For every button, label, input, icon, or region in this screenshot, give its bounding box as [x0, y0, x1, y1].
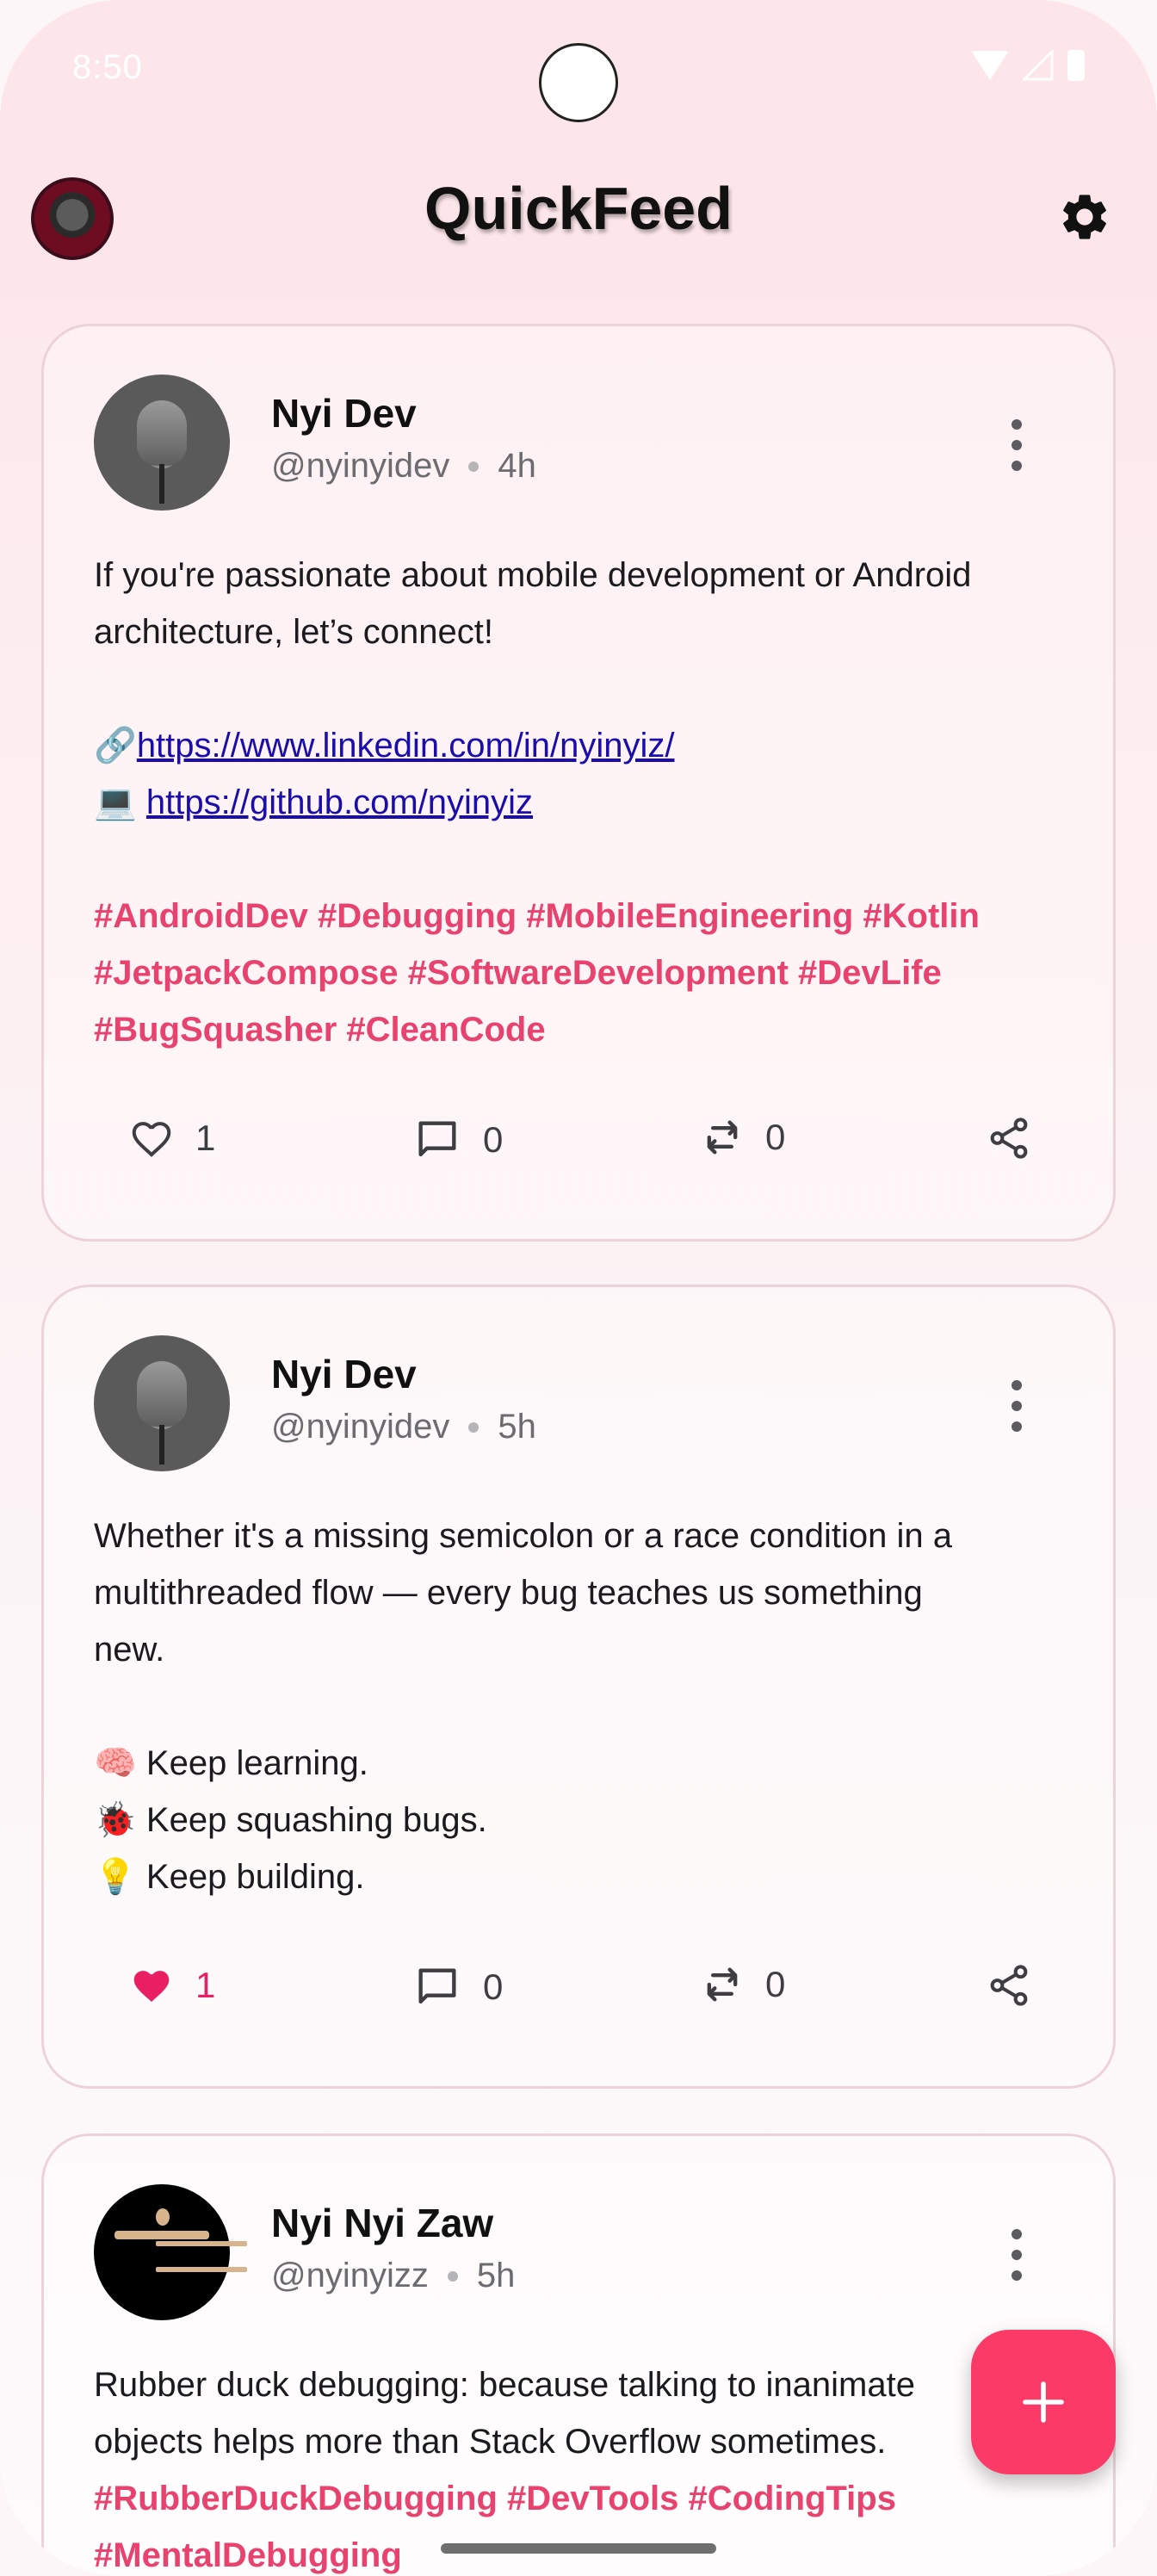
post-time: 5h — [476, 2257, 516, 2294]
linkedin-link[interactable]: https://www.linkedin.com/in/nyinyiz/ — [137, 727, 675, 765]
share-icon — [990, 1118, 1028, 1159]
like-button[interactable]: 1 — [128, 1115, 215, 1161]
more-vert-icon[interactable] — [1010, 1380, 1024, 1432]
author-avatar[interactable] — [94, 375, 230, 511]
body-line: multithreaded flow — every bug teaches u… — [94, 1574, 923, 1612]
author-meta: @nyinyidev 4h — [271, 447, 536, 486]
post-card[interactable]: Nyi Dev @nyinyidev 4h If you're passiona… — [41, 324, 1116, 1242]
body-line: objects helps more than Stack Overflow s… — [94, 2423, 887, 2461]
author-name[interactable]: Nyi Dev — [271, 390, 417, 437]
status-icons — [971, 50, 1085, 81]
author-avatar[interactable] — [94, 1335, 230, 1471]
github-link[interactable]: https://github.com/nyinyiz — [146, 783, 533, 821]
author-meta: @nyinyidev 5h — [271, 1408, 536, 1446]
plus-icon — [1023, 2381, 1064, 2423]
repost-icon — [707, 1967, 738, 2002]
gear-icon[interactable] — [1057, 189, 1112, 245]
like-count: 1 — [195, 1118, 216, 1158]
body-line: 🧠 Keep learning. — [94, 1744, 368, 1782]
comment-button[interactable]: 0 — [412, 1962, 503, 2012]
gesture-nav-bar[interactable] — [441, 2543, 716, 2554]
post-body: If you're passionate about mobile develo… — [94, 547, 1070, 1058]
post-card[interactable]: Nyi Dev @nyinyidev 5h Whether it's a mis… — [41, 1285, 1116, 2089]
post-time: 5h — [498, 1408, 536, 1446]
author-handle: @nyinyidev — [271, 1408, 450, 1446]
body-line: 💡 Keep building. — [94, 1858, 365, 1896]
body-blank-line — [94, 831, 1070, 888]
body-line: new. — [94, 1631, 165, 1669]
repost-count: 0 — [765, 1117, 786, 1157]
comment-button[interactable]: 0 — [412, 1115, 503, 1165]
heart-filled-icon — [133, 1971, 170, 2003]
separator-dot — [468, 461, 480, 472]
post-body: Whether it's a missing semicolon or a ra… — [94, 1508, 1070, 1905]
body-blank-line — [94, 660, 1070, 717]
camera-cutout — [539, 43, 618, 122]
comment-count: 0 — [483, 1119, 504, 1160]
top-app-bar: QuickFeed — [0, 138, 1157, 301]
author-handle: @nyinyidev — [271, 447, 450, 485]
laptop-emoji-icon: 💻 — [94, 783, 146, 821]
comment-icon — [418, 1968, 456, 2004]
post-actions: 1 0 0 — [44, 1962, 1113, 2031]
status-time: 8:50 — [72, 48, 143, 86]
author-name[interactable]: Nyi Nyi Zaw — [271, 2200, 493, 2246]
hashtags-line[interactable]: #JetpackCompose #SoftwareDevelopment #De… — [94, 944, 1070, 1001]
repost-count: 0 — [765, 1964, 786, 2004]
cell-signal-icon — [1023, 50, 1054, 81]
comment-icon — [418, 1121, 456, 1157]
more-vert-icon[interactable] — [1010, 419, 1024, 471]
repost-icon — [707, 1120, 738, 1155]
author-meta: @nyinyizz 5h — [271, 2257, 515, 2295]
body-line: Whether it's a missing semicolon or a ra… — [94, 1517, 952, 1555]
body-line: 🐞 Keep squashing bugs. — [94, 1801, 487, 1839]
comment-count: 0 — [483, 1966, 504, 2007]
separator-dot — [447, 2270, 458, 2282]
hashtags-line[interactable]: #AndroidDev #Debugging #MobileEngineerin… — [94, 888, 1070, 944]
new-post-fab[interactable] — [971, 2330, 1116, 2474]
link-emoji-icon: 🔗 — [94, 727, 137, 765]
repost-button[interactable]: 0 — [700, 1962, 785, 2007]
like-count: 1 — [195, 1965, 216, 2005]
phone-screen: 8:50 QuickFeed Nyi Dev @nyinyidev 4h If … — [0, 0, 1157, 2576]
body-line: If you're passionate about mobile develo… — [94, 556, 972, 594]
separator-dot — [468, 1421, 480, 1433]
heart-outline-icon — [132, 1122, 171, 1157]
author-name[interactable]: Nyi Dev — [271, 1351, 417, 1397]
body-line: Rubber duck debugging: because talking t… — [94, 2366, 915, 2404]
post-actions: 1 0 0 — [44, 1115, 1113, 1184]
share-icon — [990, 1965, 1028, 2006]
battery-icon — [1067, 50, 1085, 81]
author-avatar[interactable] — [94, 2184, 230, 2320]
body-blank-line — [94, 1678, 1070, 1735]
author-handle: @nyinyizz — [271, 2257, 429, 2294]
body-line: architecture, let’s connect! — [94, 613, 493, 651]
post-card[interactable]: Nyi Nyi Zaw @nyinyizz 5h Rubber duck deb… — [41, 2133, 1116, 2576]
hashtags-line[interactable]: #RubberDuckDebugging #DevTools #CodingTi… — [94, 2470, 1070, 2527]
like-button[interactable]: 1 — [128, 1962, 215, 2009]
share-button[interactable] — [986, 1962, 1032, 2009]
wifi-icon — [971, 51, 1009, 80]
status-bar: 8:50 — [0, 0, 1157, 138]
linkedin-line: 🔗https://www.linkedin.com/in/nyinyiz/ — [94, 717, 1070, 774]
more-vert-icon[interactable] — [1010, 2229, 1024, 2281]
repost-button[interactable]: 0 — [700, 1115, 785, 1160]
hashtags-line[interactable]: #BugSquasher #CleanCode — [94, 1001, 1070, 1058]
share-button[interactable] — [986, 1115, 1032, 1161]
post-time: 4h — [498, 447, 536, 485]
app-title: QuickFeed — [424, 175, 733, 242]
github-line: 💻 https://github.com/nyinyiz — [94, 774, 1070, 831]
